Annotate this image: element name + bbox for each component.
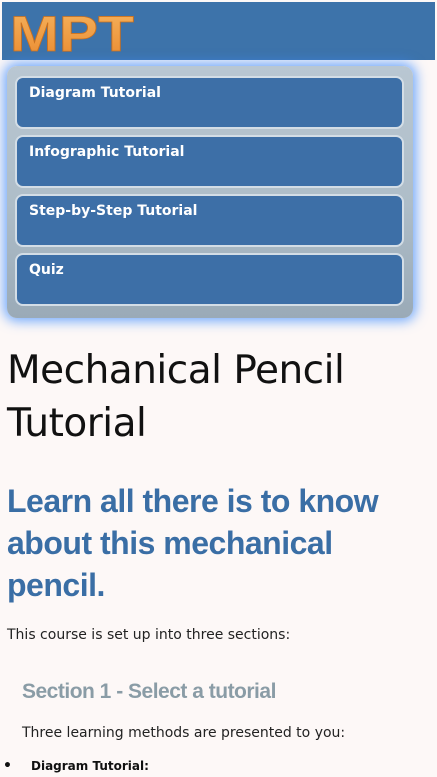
section-1-text: Three learning methods are presented to … (22, 725, 346, 741)
header-bar: MPT (2, 2, 435, 60)
nav-quiz-button[interactable]: Quiz (15, 253, 404, 306)
nav-infographic-tutorial-button[interactable]: Infographic Tutorial (15, 135, 404, 188)
nav-item-label: Diagram Tutorial (29, 85, 161, 101)
page-title: Mechanical Pencil Tutorial (7, 348, 345, 446)
list-item-label: Diagram Tutorial: (31, 759, 149, 773)
list-item: • Diagram Tutorial: (0, 757, 149, 775)
logo-text: MPT (10, 6, 134, 56)
nav-item-label: Quiz (29, 262, 64, 278)
page-subtitle: Learn all there is to know about this me… (7, 483, 379, 603)
intro-text: This course is set up into three section… (7, 627, 291, 643)
nav-item-label: Step-by-Step Tutorial (29, 203, 198, 219)
mpt-logo[interactable]: MPT (8, 6, 138, 56)
nav-diagram-tutorial-button[interactable]: Diagram Tutorial (15, 76, 404, 129)
tutorial-list: • Diagram Tutorial: (0, 757, 149, 775)
nav-menu: Diagram Tutorial Infographic Tutorial St… (7, 66, 413, 318)
section-1-heading: Section 1 - Select a tutorial (22, 680, 276, 703)
bullet-icon: • (3, 758, 12, 774)
nav-step-by-step-tutorial-button[interactable]: Step-by-Step Tutorial (15, 194, 404, 247)
nav-item-label: Infographic Tutorial (29, 144, 185, 160)
